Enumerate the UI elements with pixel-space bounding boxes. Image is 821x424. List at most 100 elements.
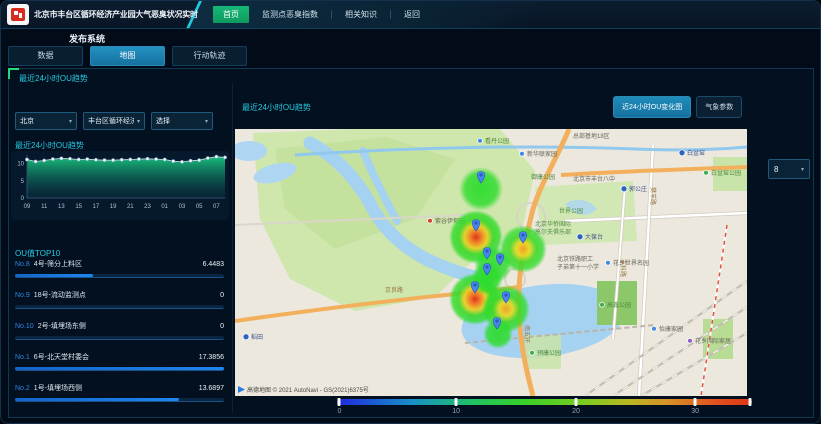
top10-row: No.8 4号-筛分上料区 6.4483 (15, 259, 224, 290)
tab-track[interactable]: 行动轨迹 (172, 46, 247, 66)
top10-row-line: No.2 1号-填埋场西侧 13.6897 (15, 383, 224, 395)
map-attribution-text: 高德地图 © 2021 AutoNavi - GS(2021)6375号 (247, 385, 369, 394)
top10-value: 6.4483 (203, 261, 224, 268)
ou-color-scale-bar: 0102030 (337, 399, 752, 405)
purple-map-icon (688, 338, 693, 343)
time-select-value: 8 (774, 165, 778, 174)
chevron-down-icon: ▾ (137, 118, 140, 125)
map-label: 预康公园 (537, 349, 561, 357)
app-logo (7, 4, 29, 25)
svg-text:01: 01 (161, 204, 168, 210)
map-label: 白盆窑公园 (711, 169, 741, 177)
map-label: 总部基地18区 (573, 132, 610, 140)
svg-text:0: 0 (21, 196, 25, 202)
map-canvas[interactable]: 看丹公园总部基地18区新华联家园御康公园北京市丰台八中白盆窑白盆窑公园世界公园郭… (235, 129, 747, 396)
scale-tick-label: 10 (452, 408, 460, 415)
map-label: 樊羊路 (649, 187, 657, 205)
svg-text:23: 23 (144, 204, 151, 210)
main-panel: 最近24小时OU趋势 北京 ▾ 丰台区循环经济产 ▾ 选择 ▾ 最近24小时OU… (8, 68, 814, 418)
chevron-down-icon: ▾ (801, 166, 804, 173)
park-select[interactable]: 丰台区循环经济产 ▾ (83, 112, 145, 130)
map-label: 看丹公园 (485, 137, 509, 145)
map-label: 南五环 (523, 325, 531, 343)
tab-map[interactable]: 地图 (90, 46, 165, 66)
map-label: 花乡国际家居 (695, 337, 731, 345)
top10-row-line: No.9 18号-流动监测点 0 (15, 290, 224, 302)
metro-map-icon (577, 234, 583, 240)
top10-bar-fill (15, 367, 224, 370)
top10-row-line: No.10 2号-填埋场东侧 0 (15, 321, 224, 333)
scale-tick-label: 20 (572, 408, 580, 415)
chevron-down-icon: ▾ (69, 118, 72, 125)
svg-text:13: 13 (58, 204, 65, 210)
tab-data[interactable]: 数据 (8, 46, 83, 66)
green-map-icon (530, 350, 535, 355)
map-label: 稻田 (251, 333, 263, 341)
trend-chart-title: 最近24小时OU趋势 (15, 140, 84, 151)
top10-row-line: No.1 6号-北天堂村委会 17.3856 (15, 352, 224, 364)
publish-system-label: 发布系统 (69, 32, 105, 45)
scale-tick (455, 398, 458, 406)
nav-item-home[interactable]: 首页 (213, 6, 249, 23)
map-label: 高鑫公园 (607, 301, 631, 309)
top10-rank: No.9 (15, 292, 30, 299)
column-divider (232, 83, 233, 413)
park-select-value: 丰台区循环经济产 (88, 116, 134, 126)
top10-list: No.8 4号-筛分上料区 6.4483 No.9 18号-流动监测点 0 No… (15, 259, 224, 414)
scale-tick-label: 0 (338, 408, 342, 415)
panel-corner-accent (8, 68, 19, 79)
blue-map-icon (478, 138, 483, 143)
top10-row: No.9 18号-流动监测点 0 (15, 290, 224, 321)
map-label: 怡康家园 (659, 325, 683, 333)
city-select-value: 北京 (20, 116, 34, 126)
view-tabs: 数据 地图 行动轨迹 (8, 46, 247, 66)
top10-bar-fill (15, 274, 93, 277)
map-label: 郭公庄 (629, 185, 647, 193)
blue-map-icon (520, 151, 525, 156)
top10-name: 2号-填埋场东侧 (38, 321, 220, 331)
point-select-value: 选择 (156, 116, 170, 126)
svg-text:07: 07 (213, 204, 220, 210)
top10-bar-track (15, 398, 224, 402)
scale-tick (338, 398, 341, 406)
green-map-icon (600, 302, 605, 307)
panel-title: 最近24小时OU趋势 (19, 73, 88, 84)
map-svg: 看丹公园总部基地18区新华联家园御康公园北京市丰台八中白盆窑白盆窑公园世界公园郭… (235, 129, 747, 396)
nav-item-back[interactable]: 返回 (404, 9, 420, 20)
top10-rank: No.2 (15, 385, 30, 392)
map-label: 白盆窑 (687, 149, 705, 157)
app-title: 北京市丰台区循环经济产业园大气恶臭状况实时 (34, 9, 198, 20)
svg-text:03: 03 (179, 204, 186, 210)
point-select[interactable]: 选择 ▾ (151, 112, 213, 130)
map-label: 北京华侨国际 (535, 220, 571, 228)
chevron-down-icon: ▾ (205, 118, 208, 125)
top10-rank: No.10 (15, 323, 34, 330)
ou-color-scale: 0102030 (337, 399, 752, 417)
svg-text:10: 10 (17, 162, 24, 168)
top10-rank: No.1 (15, 354, 30, 361)
amap-logo-icon (238, 386, 245, 393)
top10-value: 17.3856 (199, 354, 224, 361)
ou-change-chart-button[interactable]: 近24小时OU变化图 (613, 96, 691, 118)
nav-item-odor-index[interactable]: 监测点恶臭指数 (262, 9, 318, 20)
trend-chart: 0510091113151719212301030507 (11, 151, 229, 220)
weather-params-button[interactable]: 气象参数 (696, 96, 742, 118)
svg-text:09: 09 (24, 204, 31, 210)
top10-name: 6号-北天堂村委会 (34, 352, 199, 362)
top10-bar-track (15, 274, 224, 278)
time-select[interactable]: 8 ▾ (768, 159, 810, 179)
blue-map-icon (652, 326, 657, 331)
filter-row: 北京 ▾ 丰台区循环经济产 ▾ 选择 ▾ (15, 112, 213, 130)
svg-text:17: 17 (93, 204, 100, 210)
nav-separator (331, 10, 332, 19)
city-select[interactable]: 北京 ▾ (15, 112, 77, 130)
chart-content: 0510091113151719212301030507 (17, 155, 226, 210)
map-label: 子弟第十一小学 (557, 263, 599, 271)
svg-text:19: 19 (110, 204, 117, 210)
nav-item-knowledge[interactable]: 相关知识 (345, 9, 377, 20)
top10-bar-track (15, 305, 224, 309)
map-label: 御康公园 (531, 173, 555, 181)
svg-text:5: 5 (21, 179, 25, 185)
svg-text:21: 21 (127, 204, 134, 210)
top10-bar-track (15, 336, 224, 340)
